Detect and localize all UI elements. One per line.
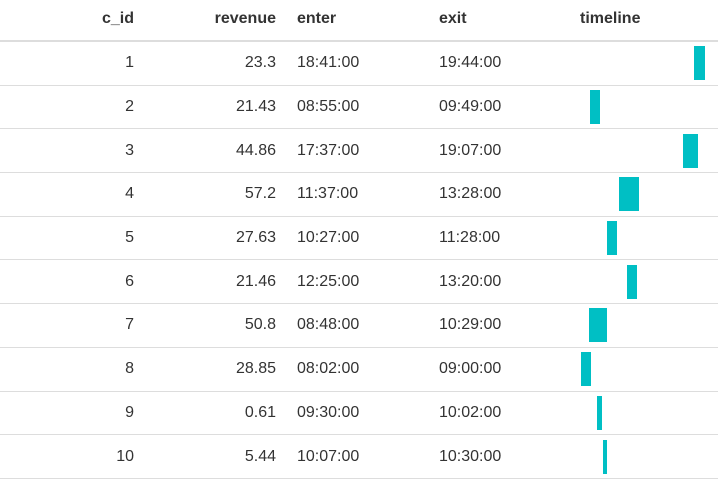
cell-exit: 13:28:00	[439, 185, 502, 203]
cell-enter: 08:48:00	[297, 316, 360, 334]
cell-c-id: 10	[116, 447, 134, 465]
table-body: 1 23.3 18:41:00 19:44:00 2 21.43 08:55:00 09:49…	[0, 42, 718, 479]
header-revenue[interactable]: revenue	[150, 0, 276, 40]
timeline-bar	[603, 439, 608, 474]
table-row: 8 28.85 08:02:00 09:00:00	[0, 348, 718, 392]
cell-revenue: 57.2	[244, 185, 276, 203]
table-row: 2 21.43 08:55:00 09:49:00	[0, 86, 718, 130]
cell-c-id: 5	[125, 229, 134, 247]
timeline-cell	[578, 129, 708, 172]
timeline-bar	[581, 352, 592, 387]
cell-c-id: 8	[125, 360, 134, 378]
cell-c-id: 1	[125, 54, 134, 72]
timeline-cell	[578, 435, 708, 478]
timeline-cell	[578, 42, 708, 85]
timeline-bar	[589, 308, 607, 343]
cell-exit: 09:00:00	[439, 360, 502, 378]
cell-exit: 13:20:00	[439, 272, 502, 290]
cell-exit: 11:28:00	[439, 229, 501, 247]
data-table: c_id revenue enter exit timeline 1 23.3 18…	[0, 0, 718, 479]
timeline-cell	[578, 348, 708, 391]
cell-enter: 17:37:00	[297, 141, 360, 159]
table-header: c_id revenue enter exit timeline	[0, 0, 718, 42]
table-row: 4 57.2 11:37:00 13:28:00	[0, 173, 718, 217]
cell-c-id: 2	[125, 98, 134, 116]
cell-exit: 19:44:00	[439, 54, 502, 72]
cell-revenue: 44.86	[235, 141, 276, 159]
header-c-id[interactable]: c_id	[0, 0, 134, 40]
table-row: 9 0.61 09:30:00 10:02:00	[0, 392, 718, 436]
cell-revenue: 21.46	[235, 272, 276, 290]
cell-c-id: 7	[125, 316, 134, 334]
timeline-bar	[590, 90, 600, 125]
timeline-cell	[578, 173, 708, 216]
header-exit[interactable]: exit	[439, 0, 569, 40]
cell-enter: 08:02:00	[297, 360, 360, 378]
table-row: 3 44.86 17:37:00 19:07:00	[0, 129, 718, 174]
cell-c-id: 6	[125, 272, 134, 290]
header-enter[interactable]: enter	[297, 0, 427, 40]
cell-enter: 10:07:00	[297, 447, 360, 465]
header-timeline[interactable]: timeline	[580, 0, 650, 40]
cell-revenue: 0.61	[244, 403, 276, 421]
cell-enter: 09:30:00	[297, 403, 360, 421]
timeline-bar	[693, 46, 705, 81]
cell-exit: 10:29:00	[439, 316, 502, 334]
cell-exit: 09:49:00	[439, 98, 502, 116]
cell-c-id: 3	[125, 141, 134, 159]
timeline-bar	[596, 395, 603, 430]
cell-enter: 18:41:00	[297, 54, 360, 72]
timeline-cell	[578, 86, 708, 129]
cell-c-id: 4	[125, 185, 134, 203]
timeline-bar	[606, 221, 618, 256]
cell-revenue: 23.3	[244, 54, 276, 72]
cell-revenue: 27.63	[235, 229, 276, 247]
table-row: 5 27.63 10:27:00 11:28:00	[0, 217, 718, 261]
timeline-bar	[627, 264, 638, 299]
timeline-cell	[578, 392, 708, 435]
cell-enter: 08:55:00	[297, 98, 360, 116]
cell-revenue: 50.8	[244, 316, 276, 334]
cell-enter: 10:27:00	[297, 229, 360, 247]
cell-exit: 10:02:00	[439, 403, 502, 421]
cell-revenue: 28.85	[235, 360, 276, 378]
timeline-bar	[682, 133, 699, 168]
cell-exit: 10:30:00	[439, 447, 502, 465]
cell-c-id: 9	[125, 403, 134, 421]
table-row: 10 5.44 10:07:00 10:30:00	[0, 435, 718, 479]
table-row: 1 23.3 18:41:00 19:44:00	[0, 42, 718, 86]
timeline-bar	[618, 177, 639, 212]
cell-exit: 19:07:00	[439, 141, 502, 159]
cell-revenue: 5.44	[244, 447, 276, 465]
timeline-cell	[578, 217, 708, 260]
cell-enter: 12:25:00	[297, 272, 360, 290]
timeline-cell	[578, 304, 708, 347]
timeline-cell	[578, 260, 708, 303]
table-row: 6 21.46 12:25:00 13:20:00	[0, 260, 718, 305]
cell-revenue: 21.43	[235, 98, 276, 116]
cell-enter: 11:37:00	[297, 185, 359, 203]
table-row: 7 50.8 08:48:00 10:29:00	[0, 304, 718, 348]
